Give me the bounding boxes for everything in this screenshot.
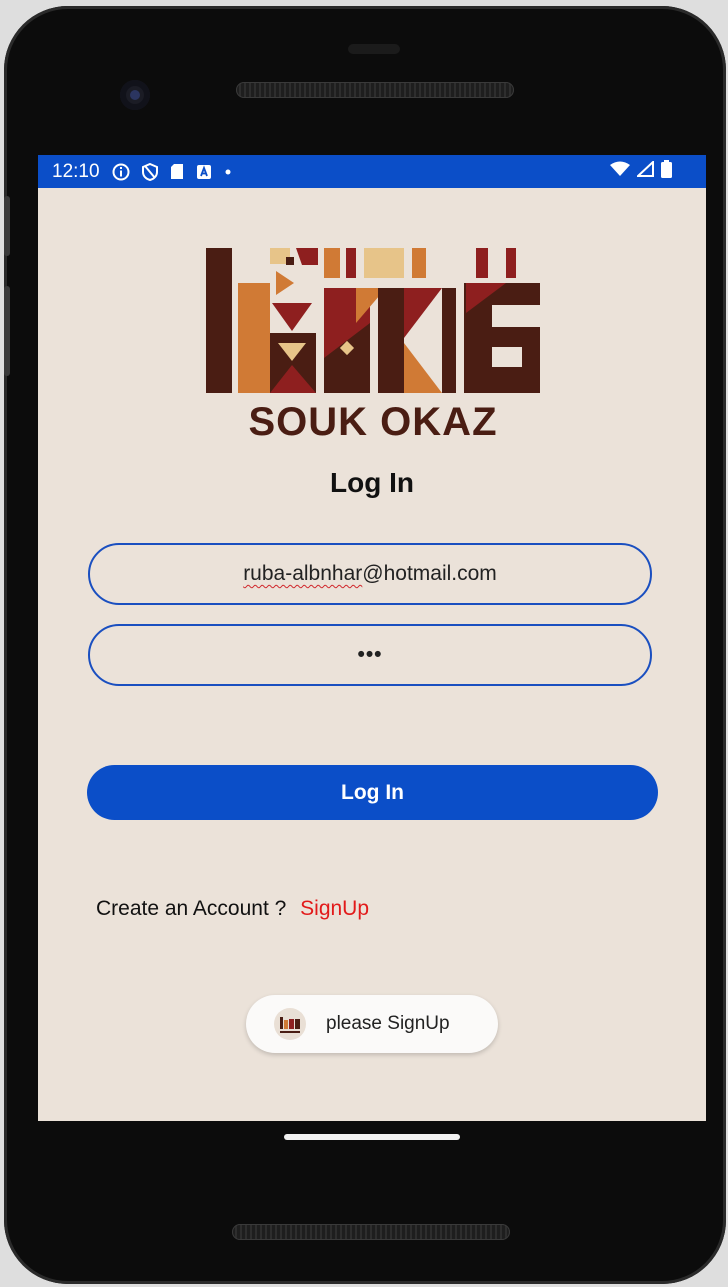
email-value: ruba-albnhar@hotmail.com: [243, 562, 497, 586]
logo-text: SOUK OKAZ: [249, 400, 498, 443]
volume-button: [4, 196, 10, 256]
login-button[interactable]: Log In: [87, 765, 658, 820]
password-field[interactable]: •••: [88, 624, 652, 686]
toast-message: please SignUp: [246, 995, 498, 1053]
password-value: •••: [357, 643, 383, 666]
page-title: Log In: [330, 467, 414, 498]
status-bar: 12:10: [38, 155, 706, 188]
email-spell-error: ruba-albnhar: [243, 562, 363, 585]
top-speaker: [236, 82, 514, 98]
bottom-speaker: [232, 1224, 510, 1240]
wifi-icon: [609, 161, 631, 183]
top-notch: [348, 44, 400, 54]
dot-icon: [224, 168, 232, 176]
signup-prompt: Create an Account ? SignUp: [96, 897, 369, 921]
home-indicator[interactable]: [284, 1134, 460, 1140]
toast-text: please SignUp: [326, 1013, 450, 1034]
souk-okaz-logo: SOUK OKAZ: [206, 248, 540, 443]
app-a-icon: [196, 164, 212, 180]
signup-link[interactable]: SignUp: [300, 897, 369, 920]
front-camera: [120, 80, 150, 110]
info-icon: [112, 163, 130, 181]
app-logo-icon: [274, 1008, 306, 1040]
app-screen: 12:10 SOUK OKAZ Log In ruba-albnhar@hotm…: [38, 155, 706, 1121]
battery-icon: [661, 159, 672, 184]
shield-icon: [141, 162, 158, 181]
email-field[interactable]: ruba-albnhar@hotmail.com: [88, 543, 652, 605]
status-time: 12:10: [52, 160, 100, 182]
signup-prompt-text: Create an Account ?: [96, 897, 287, 920]
power-button: [4, 286, 10, 376]
signal-icon: [635, 159, 655, 183]
email-domain: @hotmail.com: [362, 562, 497, 585]
sd-card-icon: [170, 163, 184, 180]
